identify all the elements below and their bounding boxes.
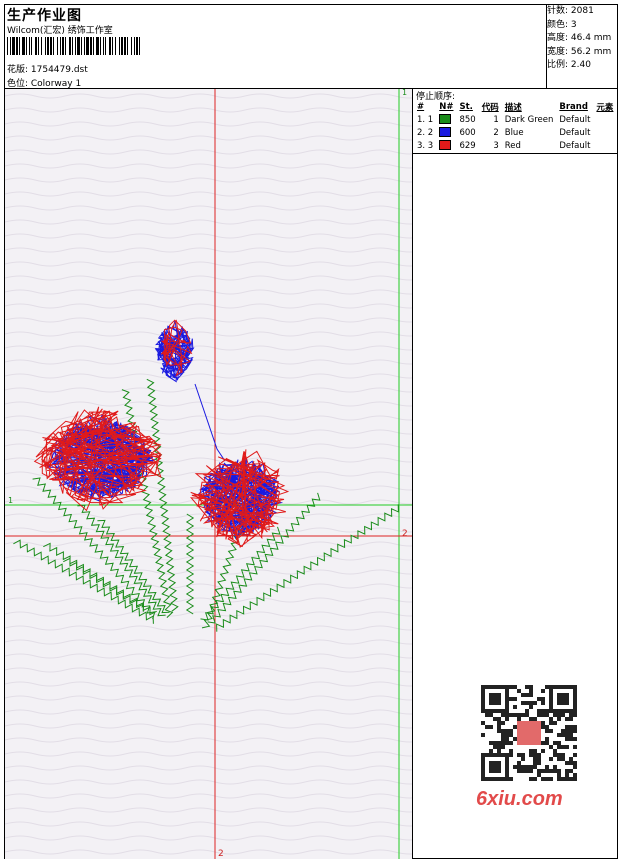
stop-sequence-table: # N# St. 代码 描述 Brand 元素 1. 1 850 1 Dark … [414,100,616,152]
color-swatch [436,139,456,152]
row-stitches: 629 [459,140,476,151]
row-description: Dark Green [504,114,554,125]
embroidery-preview: 1 1 2 2 [5,89,412,859]
company-name: Wilcom(汇宏) 绣饰工作室 [7,26,113,36]
row-brand: Default [559,140,591,151]
legend-divider [412,89,413,859]
swatch-red [439,140,452,151]
spec-width: 宽度: 56.2 mm [547,46,612,57]
guide-label-hright: 2 [402,529,408,539]
swatch-green [439,114,452,125]
swatch-blue [439,127,452,138]
col-brand: Brand [559,101,588,112]
qr-code [471,681,585,787]
row-stitches: 600 [459,127,476,138]
color-swatch [436,113,456,126]
row-index: 1. 1 [417,114,434,125]
row-brand: Default [559,127,591,138]
barcode [7,37,140,55]
page-title: 生产作业图 [7,8,82,24]
design-canvas[interactable]: 1 1 2 2 [5,89,412,859]
row-index: 2. 2 [417,127,434,138]
qr-code-icon [481,685,577,781]
spec-colors: 颜色: 3 [547,19,577,30]
spec-scale: 比例: 2.40 [547,60,591,71]
table-header-row: # N# St. 代码 描述 Brand 元素 [414,100,616,113]
col-index: # [417,101,425,112]
color-swatch [436,126,456,139]
col-needle: N# [439,101,454,112]
row-code: 2 [493,127,499,138]
table-row[interactable]: 2. 2 600 2 Blue Default [414,126,616,139]
spec-panel: 针数: 2081 颜色: 3 高度: 46.4 mm 宽度: 56.2 mm 比… [547,5,611,73]
guide-label-vtop: 1 [402,89,407,97]
col-code: 代码 [481,102,499,113]
guide-label-vbottom: 2 [218,849,224,859]
col-element: 元素 [596,102,614,113]
row-description: Red [504,140,521,151]
spec-height: 高度: 46.4 mm [547,33,612,44]
spec-stitches: 针数: 2081 [547,6,594,16]
table-row[interactable]: 3. 3 629 3 Red Default [414,139,616,152]
row-stitches: 850 [459,114,476,125]
legend-bottom-line [413,153,617,154]
col-description: 描述 [504,102,522,113]
guide-label-hleft: 1 [8,496,13,505]
design-file: 花版: 1754479.dst [7,65,88,75]
col-stitches: St. [459,101,473,112]
row-brand: Default [559,114,591,125]
colorway: 色位: Colorway 1 [7,79,82,89]
row-code: 1 [493,114,499,125]
watermark-brand: 6xiu.com [476,788,563,810]
table-row[interactable]: 1. 1 850 1 Dark Green Default [414,113,616,126]
row-index: 3. 3 [417,140,434,151]
row-description: Blue [504,127,524,138]
row-code: 3 [493,140,499,151]
